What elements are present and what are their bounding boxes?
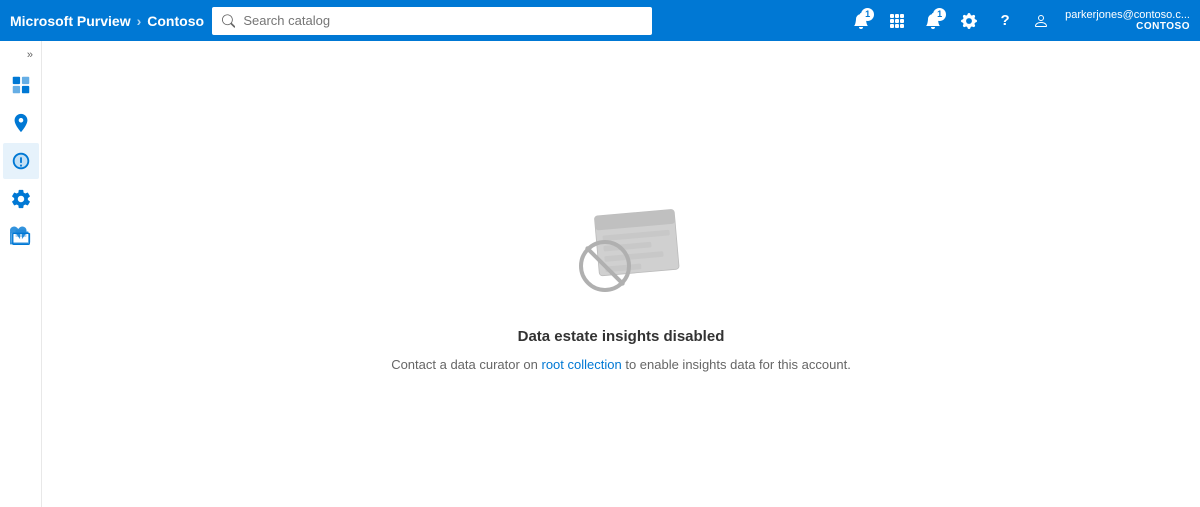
empty-state: Data estate insights disabled Contact a … [391,176,851,372]
user-org: CONTOSO [1136,21,1190,32]
sidebar-item-insights[interactable] [3,143,39,179]
empty-state-subtitle: Contact a data curator on root collectio… [391,357,851,372]
notifications-badge: 1 [933,8,946,21]
search-icon [222,14,235,28]
alerts-badge: 1 [861,8,874,21]
top-header: Microsoft Purview › Contoso 1 1 [0,0,1200,41]
settings-icon [961,13,977,29]
header-icons: 1 1 ? [845,5,1190,37]
person-icon [1033,13,1049,29]
brand-separator: › [137,13,142,29]
root-collection-link[interactable]: root collection [542,357,622,372]
disabled-insights-illustration [541,176,701,316]
expand-button[interactable]: » [21,45,39,65]
data-map-icon [10,112,32,134]
brand-name: Microsoft Purview [10,13,131,29]
sidebar-item-data-catalog[interactable] [3,67,39,103]
notifications-button[interactable]: 1 [917,5,949,37]
search-bar[interactable] [212,7,652,35]
sidebar-item-data-map[interactable] [3,105,39,141]
sidebar-item-solutions[interactable] [3,219,39,255]
switch-button[interactable] [881,5,913,37]
data-catalog-icon [10,74,32,96]
insights-icon [10,150,32,172]
empty-state-title: Data estate insights disabled [518,328,725,345]
grid-icon [889,13,905,29]
sidebar-item-management[interactable] [3,181,39,217]
sidebar: » [0,41,42,507]
tenant-name: Contoso [147,13,204,29]
user-email: parkerjones@contoso.c... [1065,9,1190,21]
search-input[interactable] [243,13,642,28]
help-button[interactable]: ? [989,5,1021,37]
feedback-button[interactable] [1025,5,1057,37]
solutions-icon [10,226,32,248]
user-info[interactable]: parkerjones@contoso.c... CONTOSO [1065,9,1190,32]
app-layout: » [0,41,1200,507]
main-content: Data estate insights disabled Contact a … [42,41,1200,507]
brand: Microsoft Purview › Contoso [10,13,204,29]
help-icon: ? [1001,12,1010,29]
management-icon [10,188,32,210]
settings-button[interactable] [953,5,985,37]
alerts-button[interactable]: 1 [845,5,877,37]
